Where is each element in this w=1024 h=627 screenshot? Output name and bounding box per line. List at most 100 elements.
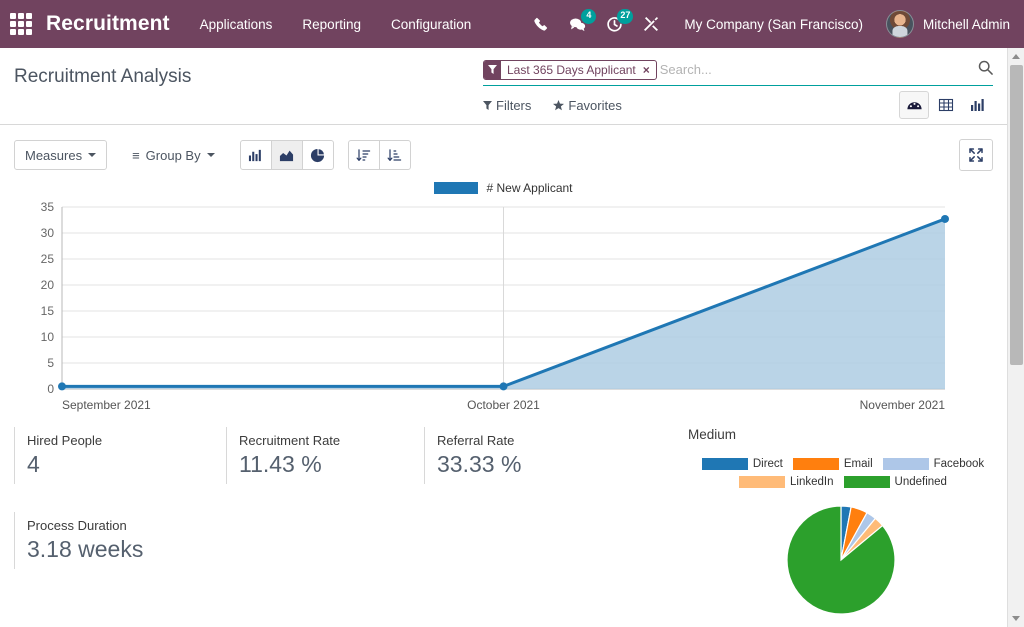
pie-legend-item[interactable]: Facebook	[883, 458, 985, 470]
search-icon[interactable]	[972, 60, 993, 80]
view-switcher	[899, 91, 993, 119]
area-chart-svg: 05101520253035September 2021October 2021…	[0, 199, 1007, 417]
x-axis-tick: September 2021	[62, 398, 151, 412]
page-title: Recruitment Analysis	[14, 58, 191, 88]
pie-legend-swatch	[844, 476, 890, 488]
kpi-recruitment-rate[interactable]: Recruitment Rate 11.43 %	[226, 427, 424, 484]
measures-button[interactable]: Measures	[14, 140, 107, 170]
chart-legend: # New Applicant	[0, 177, 1007, 199]
pie-legend-swatch	[883, 458, 929, 470]
menu-item-configuration[interactable]: Configuration	[391, 17, 471, 32]
search-input[interactable]	[660, 62, 972, 77]
pie-chart-icon	[310, 148, 325, 163]
area-chart-icon	[279, 148, 294, 163]
messages-badge: 4	[581, 9, 596, 24]
pie-svg	[786, 505, 896, 615]
chevron-down-icon	[88, 153, 96, 157]
kpi-label: Process Duration	[27, 518, 226, 533]
sort-group	[348, 140, 411, 170]
app-brand-recruitment[interactable]: Recruitment	[46, 12, 170, 36]
kpi-row-bottom: Process Duration 3.18 weeks	[14, 512, 676, 569]
list-view-button[interactable]	[931, 91, 961, 119]
line-area-chart-type-button[interactable]	[271, 140, 303, 170]
phone-icon[interactable]	[530, 14, 550, 34]
facet-remove-icon[interactable]: ×	[641, 61, 656, 79]
menu-item-reporting[interactable]: Reporting	[302, 17, 361, 32]
group-by-button[interactable]: ≡ Group By	[121, 140, 226, 170]
bar-chart-type-button[interactable]	[240, 140, 272, 170]
bar-chart-icon	[248, 148, 263, 163]
sort-ascending-button[interactable]	[379, 140, 411, 170]
scroll-down-icon[interactable]	[1008, 610, 1024, 627]
kpi-label: Recruitment Rate	[239, 433, 424, 448]
kpi-value: 4	[27, 451, 226, 478]
pie-legend-swatch	[739, 476, 785, 488]
medium-pie-chart[interactable]: Medium DirectEmailFacebookLinkedInUndefi…	[676, 427, 993, 569]
chevron-down-icon	[207, 153, 215, 157]
y-axis-tick: 25	[41, 252, 55, 266]
pie-legend-item[interactable]: Undefined	[844, 476, 947, 488]
favorites-label: Favorites	[568, 98, 621, 113]
company-selector[interactable]: My Company (San Francisco)	[684, 17, 863, 32]
pie-canvas	[786, 505, 896, 620]
legend-label-new-applicant: # New Applicant	[486, 181, 572, 195]
dashboard-view-button[interactable]	[899, 91, 929, 119]
table-grid-icon	[938, 97, 954, 113]
kpi-value: 33.33 %	[437, 451, 624, 478]
user-menu[interactable]: Mitchell Admin	[886, 10, 1010, 38]
pie-legend-swatch	[793, 458, 839, 470]
sort-descending-button[interactable]	[348, 140, 380, 170]
pie-chart-type-button[interactable]	[302, 140, 334, 170]
scroll-up-icon[interactable]	[1008, 48, 1024, 65]
pie-legend-label: Facebook	[934, 458, 985, 470]
expand-button[interactable]	[959, 139, 993, 171]
search-bar[interactable]: Last 365 Days Applicant ×	[483, 58, 993, 86]
pie-legend-label: Direct	[753, 458, 783, 470]
y-axis-tick: 35	[41, 200, 55, 214]
y-axis-tick: 15	[41, 304, 55, 318]
pie-legend-label: Undefined	[895, 476, 947, 488]
y-axis-tick: 10	[41, 330, 55, 344]
apps-grid-icon[interactable]	[10, 13, 32, 35]
search-facet-last-365-days-applicant[interactable]: Last 365 Days Applicant ×	[483, 60, 657, 80]
main-menu: Applications Reporting Configuration	[200, 17, 472, 32]
filter-favorites-row: Filters Favorites	[483, 86, 993, 124]
kpi-value: 11.43 %	[239, 451, 424, 478]
pie-legend: Direct Email Facebook LinkedIn Undefined	[693, 458, 993, 488]
y-axis-tick: 20	[41, 278, 55, 292]
kpi-label: Referral Rate	[437, 433, 624, 448]
filters-label: Filters	[496, 98, 531, 113]
sort-amount-asc-icon	[387, 148, 402, 163]
chart-plot: 05101520253035September 2021October 2021…	[0, 199, 1007, 417]
activity-badge: 27	[617, 9, 633, 24]
dashboard-gauge-icon	[906, 97, 923, 114]
activity-clock-icon[interactable]: 27	[604, 14, 624, 34]
bar-chart-icon	[970, 97, 986, 113]
page-body: Recruitment Analysis Last 365 Days Appli…	[0, 48, 1007, 569]
graph-view-button[interactable]	[963, 91, 993, 119]
pie-legend-label: Email	[844, 458, 873, 470]
menu-item-applications[interactable]: Applications	[200, 17, 273, 32]
vertical-scrollbar[interactable]	[1007, 48, 1024, 627]
x-axis-tick: November 2021	[860, 398, 946, 412]
control-panel: Recruitment Analysis Last 365 Days Appli…	[0, 48, 1007, 125]
kpi-referral-rate[interactable]: Referral Rate 33.33 %	[424, 427, 624, 484]
x-axis-tick: October 2021	[467, 398, 540, 412]
messages-icon[interactable]: 4	[567, 14, 587, 34]
scrollbar-thumb[interactable]	[1010, 65, 1023, 365]
user-name: Mitchell Admin	[923, 17, 1010, 32]
filters-button[interactable]: Filters	[483, 98, 531, 113]
kpi-hired-people[interactable]: Hired People 4	[14, 427, 226, 484]
pie-legend-item[interactable]: LinkedIn	[739, 476, 833, 488]
tools-wrench-icon[interactable]	[641, 14, 661, 34]
chart-type-group	[240, 140, 334, 170]
pie-legend-label: LinkedIn	[790, 476, 833, 488]
pie-legend-item[interactable]: Email	[793, 458, 873, 470]
kpi-row-top: Hired People 4 Recruitment Rate 11.43 % …	[14, 427, 676, 484]
chart-toolbar: Measures ≡ Group By	[0, 125, 1007, 171]
kpi-process-duration[interactable]: Process Duration 3.18 weeks	[14, 512, 226, 569]
favorites-button[interactable]: Favorites	[553, 98, 621, 113]
legend-swatch-new-applicant	[434, 182, 478, 194]
pie-legend-item[interactable]: Direct	[702, 458, 783, 470]
applicants-area-chart[interactable]: # New Applicant 05101520253035September …	[0, 177, 1007, 417]
